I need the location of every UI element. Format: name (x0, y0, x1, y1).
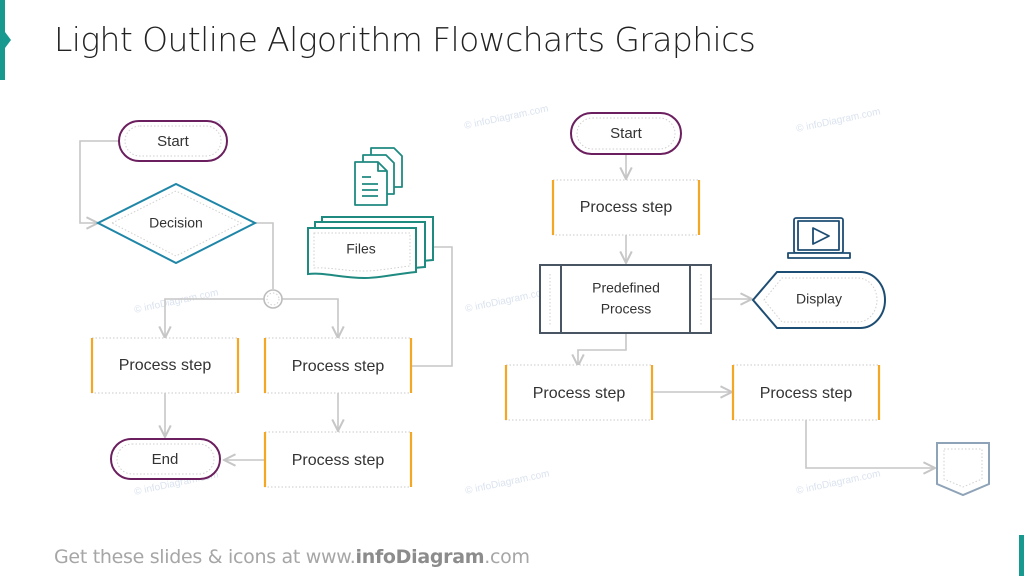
decision-label: Decision (149, 215, 203, 231)
footer-promo: Get these slides & icons at www.infoDiag… (54, 546, 530, 568)
left-process-step-c[interactable]: Process step (263, 431, 413, 488)
watermark: © infoDiagram.com (464, 468, 550, 497)
loop-connector (79, 140, 119, 223)
process-1-label: Process step (580, 199, 673, 216)
process-c-label: Process step (292, 452, 385, 469)
footer-brand[interactable]: infoDiagram (356, 546, 485, 568)
watermark: © infoDiagram.com (463, 103, 549, 132)
off-page-connector-icon[interactable] (936, 442, 990, 497)
files-label: Files (346, 241, 376, 257)
footer-prefix: Get these slides & icons at www. (54, 546, 356, 568)
files-multidocument[interactable]: Files (307, 216, 434, 280)
process-b-label: Process step (292, 358, 385, 375)
decision-to-junction (255, 222, 274, 289)
left-process-step-b[interactable]: Process step (263, 337, 413, 394)
flowchart-canvas: © infoDiagram.com © infoDiagram.com © in… (79, 103, 990, 498)
right-start-label: Start (610, 125, 643, 142)
left-start-terminator[interactable]: Start (118, 120, 228, 162)
predefined-to-process-2 (578, 333, 627, 366)
watermark: © infoDiagram.com (795, 106, 881, 135)
junction-to-process-b (282, 298, 338, 338)
right-process-step-3[interactable]: Process step (731, 364, 881, 421)
process-2-label: Process step (533, 385, 626, 402)
laptop-play-icon (787, 217, 851, 259)
predefined-label-line1: Predefined (592, 280, 660, 296)
right-process-step-1[interactable]: Process step (551, 179, 701, 236)
footer-suffix: .com (484, 546, 530, 568)
watermark: © infoDiagram.com (795, 468, 881, 497)
watermark: © infoDiagram.com (464, 286, 550, 315)
documents-icon (354, 147, 403, 206)
end-label: End (152, 451, 179, 468)
process-3-label: Process step (760, 385, 853, 402)
right-process-step-2[interactable]: Process step (504, 364, 654, 421)
left-start-label: Start (157, 133, 190, 150)
process-3-to-offpage (805, 420, 935, 468)
watermark: © infoDiagram.com (133, 287, 219, 316)
junction-connector (263, 289, 283, 309)
left-process-step-a[interactable]: Process step (90, 337, 240, 394)
predefined-label-line2: Process (601, 301, 652, 317)
end-terminator[interactable]: End (110, 438, 221, 480)
predefined-process[interactable]: Predefined Process (539, 264, 712, 334)
decision-diamond[interactable]: Decision (95, 182, 258, 265)
right-start-terminator[interactable]: Start (570, 112, 682, 155)
display-shape[interactable]: Display (751, 271, 886, 329)
display-label: Display (796, 291, 842, 307)
process-a-label: Process step (119, 357, 212, 374)
